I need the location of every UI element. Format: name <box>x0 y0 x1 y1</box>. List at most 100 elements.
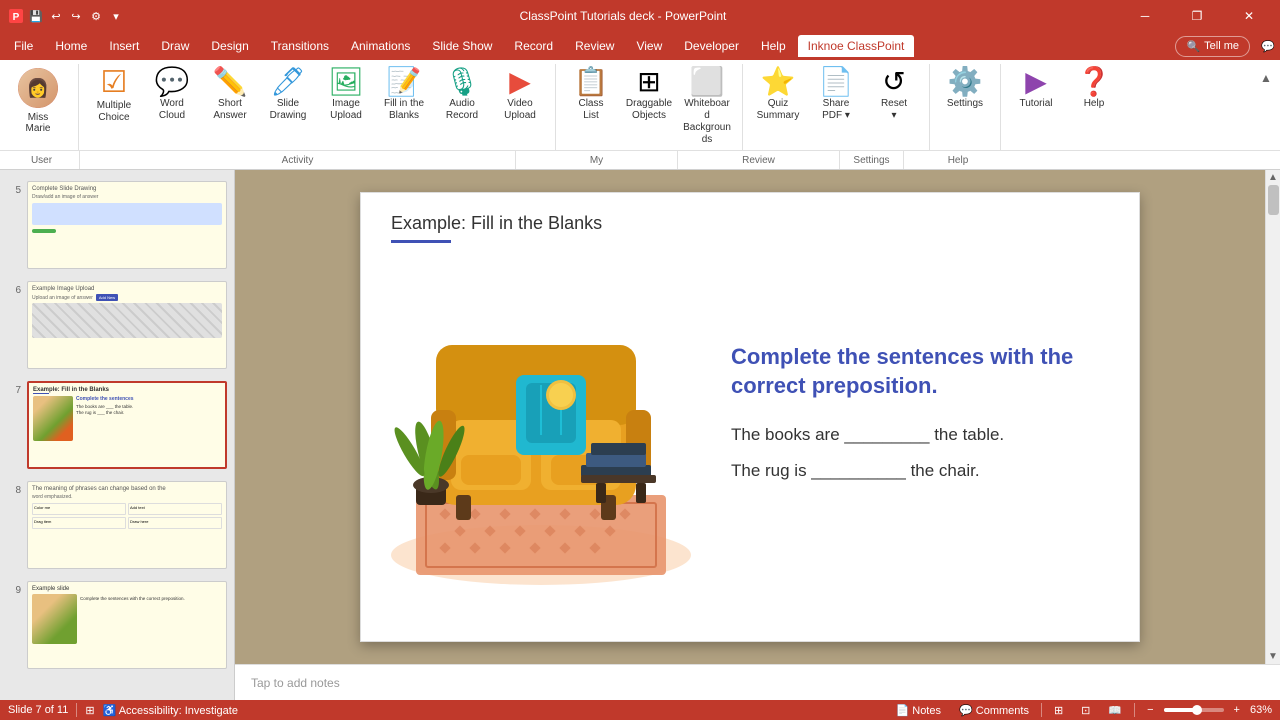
view-normal-btn[interactable]: ⊞ <box>1048 703 1069 718</box>
menu-record[interactable]: Record <box>504 35 563 57</box>
quiz-summary-icon: ⭐ <box>761 68 796 96</box>
view-reading-btn[interactable]: 📖 <box>1102 703 1128 718</box>
close-btn[interactable]: ✕ <box>1226 0 1272 32</box>
zoom-in-btn[interactable]: + <box>1228 703 1246 717</box>
reset-label: Reset▾ <box>881 98 907 122</box>
draggable-objects-btn[interactable]: ⊞ DraggableObjects <box>622 64 676 136</box>
multiple-choice-btn[interactable]: ☑ MultipleChoice <box>87 64 141 136</box>
canvas-area: Example: Fill in the Blanks <box>235 170 1280 700</box>
menu-design[interactable]: Design <box>201 35 258 57</box>
ribbon-user-items: 👩 MissMarie <box>8 64 68 150</box>
tutorial-icon: ▶ <box>1025 68 1047 96</box>
slide-thumb-5[interactable]: 5 Complete Slide Drawing Draw/add an ima… <box>4 178 230 272</box>
menu-classpoint[interactable]: Inknoe ClassPoint <box>798 35 915 57</box>
audio-record-label: AudioRecord <box>446 98 478 122</box>
video-upload-btn[interactable]: ▶ VideoUpload <box>493 64 547 136</box>
slide-count: Slide 7 of 11 <box>8 704 68 716</box>
ribbon-label-help: Help <box>904 151 1012 169</box>
slide-img-5: Complete Slide Drawing Draw/add an image… <box>27 181 227 269</box>
slide-img-8: The meaning of phrases can change based … <box>27 481 227 569</box>
scroll-down-arrow[interactable]: ▼ <box>1266 649 1280 664</box>
slide-thumb-9[interactable]: 9 Example slide Complete the sentences w… <box>4 578 230 672</box>
image-upload-btn[interactable]: 🖼 ImageUpload <box>319 64 373 136</box>
class-list-btn[interactable]: 📋 ClassList <box>564 64 618 136</box>
menu-draw[interactable]: Draw <box>151 35 199 57</box>
menu-insert[interactable]: Insert <box>99 35 149 57</box>
menu-file[interactable]: File <box>4 35 43 57</box>
slide-body: Complete the sentences with the correct … <box>361 255 1139 585</box>
slide-drawing-btn[interactable]: 🖊 SlideDrawing <box>261 64 315 136</box>
help-btn[interactable]: ❓ Help <box>1067 64 1121 136</box>
slide-8-content: The meaning of phrases can change based … <box>28 482 226 568</box>
zoom-handle[interactable] <box>1192 705 1202 715</box>
ribbon-review-items: ⭐ QuizSummary 📄 SharePDF ▾ ↺ Reset▾ <box>751 64 921 150</box>
ribbon-group-settings: ⚙️ Settings <box>930 64 1001 150</box>
accessibility-btn[interactable]: ♿ Accessibility: Investigate <box>103 704 238 717</box>
slide-num-6: 6 <box>7 285 21 296</box>
ribbon-group-user: 👩 MissMarie <box>4 64 79 150</box>
room-svg <box>386 255 696 585</box>
slide-img-6: Example Image Upload Upload an image of … <box>27 281 227 369</box>
menu-developer[interactable]: Developer <box>674 35 749 57</box>
settings-btn[interactable]: ⚙️ Settings <box>938 64 992 136</box>
whiteboard-btn[interactable]: ⬜ WhiteboardBackgrounds <box>680 64 734 150</box>
undo-btn[interactable]: ↩ <box>48 8 64 24</box>
share-pdf-btn[interactable]: 📄 SharePDF ▾ <box>809 64 863 136</box>
right-scrollbar[interactable]: ▲ ▼ <box>1265 170 1280 664</box>
draggable-objects-label: DraggableObjects <box>626 98 672 122</box>
quiz-summary-btn[interactable]: ⭐ QuizSummary <box>751 64 805 136</box>
menu-transitions[interactable]: Transitions <box>261 35 339 57</box>
comments-icon-menu[interactable]: 💬 <box>1260 38 1276 54</box>
collapse-ribbon-btn[interactable]: ▲ <box>1256 68 1276 88</box>
tell-me-box[interactable]: 🔍 Tell me <box>1175 36 1250 57</box>
slide-thumb-8[interactable]: 8 The meaning of phrases can change base… <box>4 478 230 572</box>
class-list-label: ClassList <box>578 98 603 122</box>
audio-record-btn[interactable]: 🎙 AudioRecord <box>435 64 489 136</box>
more-btn[interactable]: ▾ <box>108 8 124 24</box>
save-quick-btn[interactable]: 💾 <box>28 8 44 24</box>
class-list-icon: 📋 <box>574 68 609 96</box>
menu-animations[interactable]: Animations <box>341 35 420 57</box>
fill-blanks-btn[interactable]: 📝 Fill in theBlanks <box>377 64 431 136</box>
reset-btn[interactable]: ↺ Reset▾ <box>867 64 921 136</box>
reset-icon: ↺ <box>882 68 905 96</box>
comments-btn[interactable]: 💬 Comments <box>953 703 1035 718</box>
slide-layout-icon: ⊞ <box>85 704 94 717</box>
short-answer-btn[interactable]: ✏️ ShortAnswer <box>203 64 257 136</box>
scroll-thumb[interactable] <box>1268 185 1279 215</box>
word-cloud-btn[interactable]: 💬 WordCloud <box>145 64 199 136</box>
zoom-out-btn[interactable]: − <box>1141 703 1159 717</box>
redo-btn[interactable]: ↪ <box>68 8 84 24</box>
slide-num-5: 5 <box>7 185 21 196</box>
menu-view[interactable]: View <box>626 35 672 57</box>
menu-slideshow[interactable]: Slide Show <box>422 35 502 57</box>
comments-icon: 💬 <box>959 705 973 717</box>
view-slide-btn[interactable]: ⊡ <box>1075 703 1096 718</box>
title-bar: P 💾 ↩ ↪ ⚙ ▾ ClassPoint Tutorials deck - … <box>0 0 1280 32</box>
title-bar-quickaccess: P 💾 ↩ ↪ ⚙ ▾ <box>8 8 124 24</box>
restore-btn[interactable]: ❐ <box>1174 0 1220 32</box>
zoom-slider[interactable] <box>1164 708 1224 712</box>
scroll-up-arrow[interactable]: ▲ <box>1266 170 1280 185</box>
notes-icon: 📄 <box>895 705 909 717</box>
slide-img-7: Example: Fill in the Blanks Complete the… <box>27 381 227 469</box>
customize-btn[interactable]: ⚙ <box>88 8 104 24</box>
ribbon-group-review: ⭐ QuizSummary 📄 SharePDF ▾ ↺ Reset▾ <box>743 64 930 150</box>
tutorial-btn[interactable]: ▶ Tutorial <box>1009 64 1063 136</box>
user-avatar-btn[interactable]: 👩 MissMarie <box>8 64 68 138</box>
slide-canvas: Example: Fill in the Blanks <box>235 170 1265 664</box>
notes-btn[interactable]: 📄 Notes <box>889 703 947 718</box>
menu-help[interactable]: Help <box>751 35 796 57</box>
notes-bar[interactable]: Tap to add notes <box>235 664 1280 700</box>
app-icon: P <box>8 8 24 24</box>
slide-thumb-7[interactable]: 7 Example: Fill in the Blanks Complete t… <box>4 378 230 472</box>
ribbon-label-activity: Activity <box>80 151 516 169</box>
slide-drawing-label: SlideDrawing <box>270 98 307 122</box>
slide-thumb-6[interactable]: 6 Example Image Upload Upload an image o… <box>4 278 230 372</box>
draggable-objects-icon: ⊞ <box>637 68 660 96</box>
menu-home[interactable]: Home <box>45 35 97 57</box>
search-icon: 🔍 <box>1186 40 1200 53</box>
minimize-btn[interactable]: ─ <box>1122 0 1168 32</box>
menu-review[interactable]: Review <box>565 35 624 57</box>
slide-sentence-2: The rug is __________ the chair. <box>731 461 1109 481</box>
